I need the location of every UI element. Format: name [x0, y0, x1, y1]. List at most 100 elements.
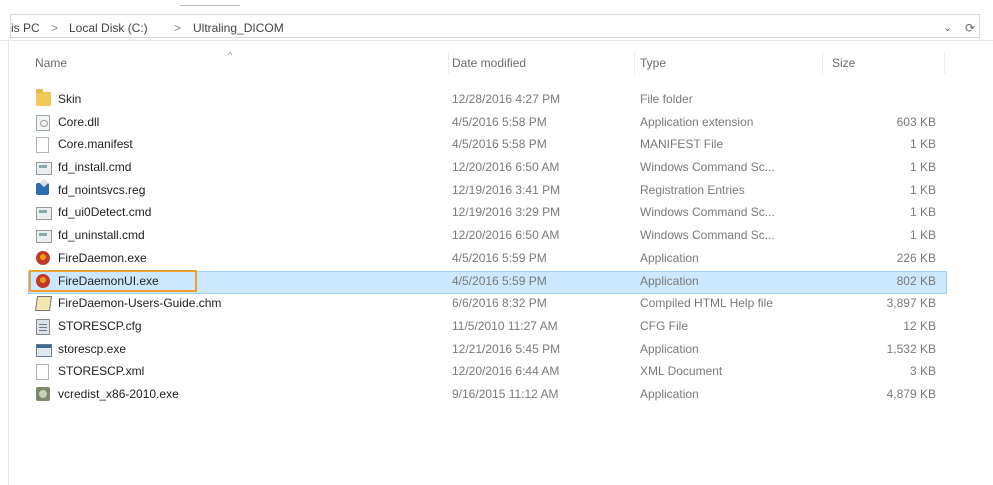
file-row[interactable]: FireDaemon.exe 4/5/2016 5:59 PM Applicat…	[0, 247, 993, 270]
file-date: 11/5/2010 11:27 AM	[452, 318, 558, 333]
cmd-file-icon	[36, 230, 52, 244]
breadcrumb-local-disk[interactable]: Local Disk (C:)	[69, 21, 148, 35]
file-row[interactable]: fd_ui0Detect.cmd 12/19/2016 3:29 PM Wind…	[0, 201, 993, 224]
file-date: 4/5/2016 5:59 PM	[452, 273, 547, 288]
breadcrumb-this-pc[interactable]: is PC	[11, 21, 40, 35]
file-name: Core.manifest	[58, 137, 133, 152]
file-name: fd_install.cmd	[58, 160, 132, 175]
annotation-highlight-box	[29, 269, 197, 292]
file-date: 12/19/2016 3:29 PM	[452, 205, 561, 220]
application-exe-icon	[36, 343, 52, 357]
file-list: Skin 12/28/2016 4:27 PM File folder Core…	[0, 88, 993, 406]
chevron-down-icon[interactable]: ⌄	[943, 21, 952, 34]
file-date: 12/20/2016 6:44 AM	[452, 364, 560, 379]
file-row[interactable]: STORESCP.xml 12/20/2016 6:44 AM XML Docu…	[0, 360, 993, 383]
file-type: Compiled HTML Help file	[640, 296, 773, 311]
breadcrumb[interactable]: is PC > Local Disk (C:) > Ultraling_DICO…	[10, 14, 980, 38]
file-type: MANIFEST File	[640, 137, 724, 152]
file-date: 12/19/2016 3:41 PM	[452, 182, 561, 197]
chm-file-icon	[34, 296, 53, 312]
file-type: Application	[640, 250, 699, 265]
column-divider[interactable]	[944, 52, 945, 74]
file-type: Application	[640, 273, 699, 288]
file-name: storescp.exe	[58, 341, 127, 356]
file-type: Registration Entries	[640, 182, 745, 197]
file-row[interactable]: Skin 12/28/2016 4:27 PM File folder	[0, 88, 993, 111]
file-row[interactable]: Core.manifest 4/5/2016 5:58 PM MANIFEST …	[0, 133, 993, 156]
file-date: 4/5/2016 5:58 PM	[452, 137, 547, 152]
cmd-file-icon	[36, 207, 52, 221]
breadcrumb-separator[interactable]: >	[51, 21, 58, 35]
refresh-icon[interactable]: ⟳	[965, 21, 975, 35]
file-row[interactable]: fd_uninstall.cmd 12/20/2016 6:50 AM Wind…	[0, 224, 993, 247]
column-divider[interactable]	[448, 52, 449, 74]
file-type: File folder	[640, 92, 693, 106]
file-row[interactable]: fd_nointsvcs.reg 12/19/2016 3:41 PM Regi…	[0, 179, 993, 202]
file-row[interactable]: Core.dll 4/5/2016 5:58 PM Application ex…	[0, 111, 993, 134]
file-type: Application	[640, 386, 699, 401]
column-header-name[interactable]: Name	[35, 56, 67, 70]
column-divider[interactable]	[634, 52, 635, 74]
file-row[interactable]: STORESCP.cfg 11/5/2010 11:27 AM CFG File…	[0, 315, 993, 338]
file-name: fd_ui0Detect.cmd	[58, 205, 152, 220]
cmd-file-icon	[36, 162, 52, 176]
column-header-type[interactable]: Type	[640, 56, 666, 70]
file-name: Skin	[58, 92, 82, 106]
address-bar[interactable]: is PC > Local Disk (C:) > Ultraling_DICO…	[0, 10, 993, 41]
file-date: 12/20/2016 6:50 AM	[452, 160, 560, 175]
file-size: 3 KB	[909, 364, 936, 379]
file-name: FireDaemon-Users-Guide.chm	[58, 296, 222, 311]
firedaemon-exe-icon	[36, 250, 50, 265]
file-row[interactable]: fd_install.cmd 12/20/2016 6:50 AM Window…	[0, 156, 993, 179]
file-size: 1 KB	[909, 137, 936, 152]
column-header-size[interactable]: Size	[832, 56, 855, 70]
sort-ascending-icon[interactable]: ^	[228, 50, 232, 60]
folder-icon	[36, 89, 51, 106]
file-type: CFG File	[640, 318, 688, 333]
breadcrumb-separator[interactable]: >	[174, 21, 181, 35]
column-divider[interactable]	[822, 52, 823, 74]
file-type: Application extension	[640, 114, 754, 129]
file-date: 12/21/2016 5:45 PM	[452, 341, 561, 356]
registry-file-icon	[36, 182, 49, 195]
file-name: STORESCP.cfg	[58, 318, 142, 333]
file-type: Application	[640, 341, 699, 356]
file-type: Windows Command Sc...	[640, 228, 775, 243]
file-date: 6/6/2016 8:32 PM	[452, 296, 547, 311]
file-name: vcredist_x86-2010.exe	[58, 386, 179, 401]
file-row[interactable]: vcredist_x86-2010.exe 9/16/2015 11:12 AM…	[0, 383, 993, 406]
file-type: XML Document	[640, 364, 723, 379]
file-size: 3,897 KB	[886, 296, 936, 311]
file-size: 12 KB	[903, 318, 936, 333]
cfg-file-icon	[36, 318, 50, 335]
file-date: 12/20/2016 6:50 AM	[452, 228, 560, 243]
file-size: 226 KB	[896, 250, 936, 265]
file-size: 1 KB	[909, 205, 936, 220]
file-date: 4/5/2016 5:58 PM	[452, 114, 547, 129]
file-type: Windows Command Sc...	[640, 205, 775, 220]
file-row[interactable]: storescp.exe 12/21/2016 5:45 PM Applicat…	[0, 338, 993, 361]
blank-file-icon	[36, 364, 49, 381]
file-type: Windows Command Sc...	[640, 160, 775, 175]
blank-file-icon	[36, 137, 49, 154]
file-date: 9/16/2015 11:12 AM	[452, 386, 559, 401]
top-edge	[0, 0, 993, 10]
column-header-row: ^ Name Date modified Type Size	[0, 50, 993, 76]
installer-exe-icon	[36, 386, 50, 401]
file-date: 4/5/2016 5:59 PM	[452, 250, 547, 265]
file-size: 1,532 KB	[886, 341, 936, 356]
file-name: fd_nointsvcs.reg	[58, 182, 146, 197]
file-name: STORESCP.xml	[58, 364, 145, 379]
file-row-selected[interactable]: FireDaemonUI.exe 4/5/2016 5:59 PM Applic…	[0, 269, 993, 294]
file-size: 1 KB	[909, 228, 936, 243]
file-size: 603 KB	[896, 114, 936, 129]
file-row[interactable]: FireDaemon-Users-Guide.chm 6/6/2016 8:32…	[0, 292, 993, 315]
file-size: 1 KB	[909, 182, 936, 197]
column-header-date-modified[interactable]: Date modified	[452, 56, 526, 70]
dll-file-icon	[36, 114, 50, 131]
file-name: Core.dll	[58, 114, 100, 129]
breadcrumb-ultraling-dicom[interactable]: Ultraling_DICOM	[193, 21, 284, 35]
file-size: 1 KB	[909, 160, 936, 175]
file-name: fd_uninstall.cmd	[58, 228, 145, 243]
file-size: 802 KB	[896, 273, 936, 288]
